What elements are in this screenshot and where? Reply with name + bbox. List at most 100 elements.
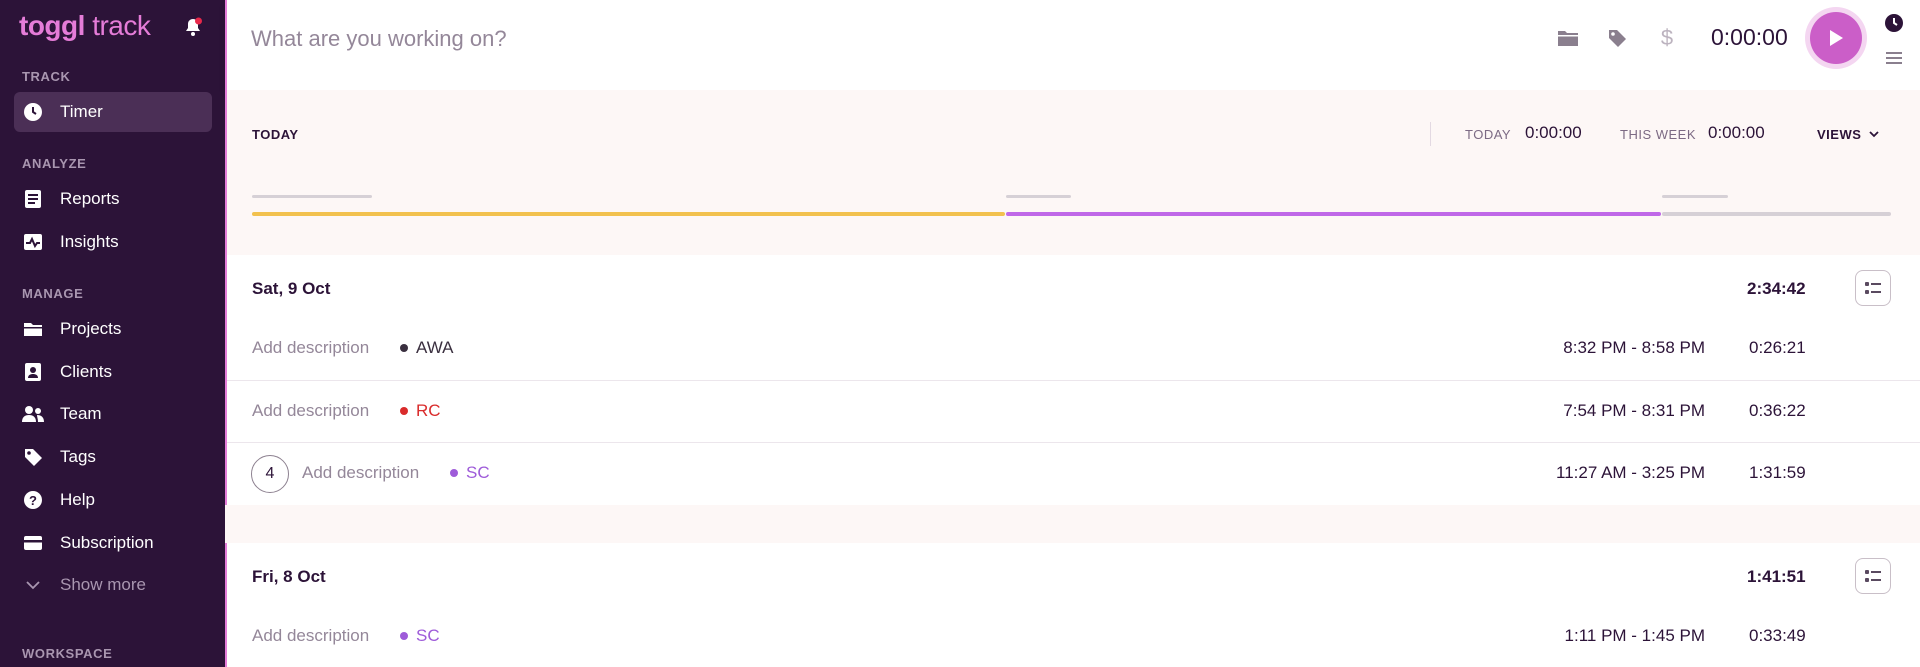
entry-description[interactable]: Add description — [302, 463, 419, 483]
entry-project[interactable]: RC — [400, 401, 441, 421]
toggl-logo[interactable]: toggl track — [19, 10, 151, 42]
timer-bar: $ 0:00:00 — [225, 0, 1920, 90]
sidebar-item-label: Insights — [60, 232, 119, 251]
time-entry[interactable]: Add description SC 1:11 PM - 1:45 PM 0:3… — [227, 606, 1920, 667]
entry-description[interactable]: Add description — [252, 338, 369, 358]
day-group: Fri, 8 Oct 1:41:51 Add description SC 1:… — [225, 543, 1920, 667]
entry-project[interactable]: SC — [450, 463, 490, 483]
bar-label-placeholder — [252, 195, 372, 198]
sidebar-item-label: Subscription — [60, 533, 154, 552]
sidebar-item-label: Clients — [60, 362, 112, 381]
today-label: TODAY — [1465, 127, 1512, 142]
today-total: 0:00:00 — [1525, 123, 1582, 142]
list-icon — [1865, 570, 1881, 582]
project-name: SC — [466, 463, 490, 482]
sidebar-item-help[interactable]: ? Help — [14, 480, 212, 520]
views-dropdown[interactable]: VIEWS — [1817, 127, 1880, 142]
entry-duration[interactable]: 0:26:21 — [1749, 338, 1806, 358]
entry-project[interactable]: SC — [400, 626, 440, 646]
summary-panel: TODAY TODAY 0:00:00 THIS WEEK 0:00:00 VI… — [225, 90, 1920, 255]
this-week-total: 0:00:00 — [1708, 123, 1765, 142]
time-entry[interactable]: Add description AWA 8:32 PM - 8:58 PM 0:… — [227, 318, 1920, 380]
entry-duration[interactable]: 0:33:49 — [1749, 626, 1806, 646]
folder-icon — [22, 318, 44, 340]
views-label: VIEWS — [1817, 127, 1862, 142]
sidebar-show-more[interactable]: Show more — [14, 565, 212, 605]
entry-time-range[interactable]: 11:27 AM - 3:25 PM — [1556, 463, 1705, 483]
reports-icon — [22, 188, 44, 210]
time-entry[interactable]: Add description RC 7:54 PM - 8:31 PM 0:3… — [227, 380, 1920, 442]
project-name: SC — [416, 626, 440, 645]
description-input[interactable] — [251, 22, 1151, 56]
sidebar-item-reports[interactable]: Reports — [14, 179, 212, 219]
group-count-badge[interactable]: 4 — [251, 455, 289, 493]
entry-duration[interactable]: 1:31:59 — [1749, 463, 1806, 483]
bulk-edit-button[interactable] — [1855, 558, 1891, 594]
day-group: Sat, 9 Oct 2:34:42 Add description AWA 8… — [225, 255, 1920, 505]
sidebar-item-tags[interactable]: Tags — [14, 437, 212, 477]
sidebar-item-projects[interactable]: Projects — [14, 309, 212, 349]
summary-title: TODAY — [252, 127, 299, 142]
time-entry-group[interactable]: 4 Add description SC 11:27 AM - 3:25 PM … — [227, 442, 1920, 504]
sidebar-item-label: Projects — [60, 319, 122, 338]
project-time-bar-purple[interactable] — [1006, 212, 1661, 216]
divider — [1430, 122, 1431, 146]
project-time-bar-yellow[interactable] — [252, 212, 1005, 216]
entry-description[interactable]: Add description — [252, 401, 369, 421]
bar-label-placeholder — [1662, 195, 1728, 198]
project-color-dot — [400, 407, 408, 415]
project-name: AWA — [416, 338, 454, 357]
main-content: $ 0:00:00 TODAY TODAY 0:00:00 THIS WEEK … — [225, 0, 1920, 667]
play-icon — [1830, 30, 1843, 46]
sidebar-item-clients[interactable]: Clients — [14, 352, 212, 392]
section-label-track: TRACK — [22, 69, 71, 84]
sidebar-item-team[interactable]: Team — [14, 394, 212, 434]
sidebar-item-insights[interactable]: Insights — [14, 222, 212, 262]
this-week-label: THIS WEEK — [1620, 127, 1697, 142]
manual-mode-list-icon[interactable] — [1883, 47, 1905, 69]
sidebar-item-label: Team — [60, 404, 102, 423]
day-total: 1:41:51 — [1747, 567, 1806, 586]
sidebar-item-label: Tags — [60, 447, 96, 466]
help-icon: ? — [22, 489, 44, 511]
project-color-dot — [400, 632, 408, 640]
chevron-down-icon — [22, 574, 44, 596]
entry-time-range[interactable]: 7:54 PM - 8:31 PM — [1563, 401, 1705, 421]
entry-time-range[interactable]: 1:11 PM - 1:45 PM — [1565, 626, 1705, 646]
section-label-analyze: ANALYZE — [22, 156, 87, 171]
entry-project[interactable]: AWA — [400, 338, 453, 358]
clients-icon — [22, 361, 44, 383]
billable-dollar-icon[interactable]: $ — [1655, 25, 1679, 50]
timer-mode-clock-icon[interactable] — [1883, 12, 1905, 34]
day-date: Sat, 9 Oct — [252, 279, 331, 298]
sidebar-item-timer[interactable]: Timer — [14, 92, 212, 132]
project-time-bar-gray[interactable] — [1662, 212, 1891, 216]
sidebar-item-label: Reports — [60, 189, 120, 208]
entry-duration[interactable]: 0:36:22 — [1749, 401, 1806, 421]
entry-time-range[interactable]: 8:32 PM - 8:58 PM — [1563, 338, 1705, 358]
svg-text:?: ? — [29, 493, 37, 508]
day-total: 2:34:42 — [1747, 279, 1806, 298]
clock-icon — [22, 101, 44, 123]
notification-bell-icon[interactable] — [182, 16, 204, 38]
project-name: RC — [416, 401, 441, 420]
day-date: Fri, 8 Oct — [252, 567, 326, 586]
timer-display: 0:00:00 — [1711, 24, 1788, 50]
folder-icon[interactable] — [1556, 26, 1580, 50]
sidebar-item-label: Help — [60, 490, 95, 509]
sidebar-item-subscription[interactable]: Subscription — [14, 523, 212, 563]
bar-label-placeholder — [1006, 195, 1071, 198]
bulk-edit-button[interactable] — [1855, 270, 1891, 306]
project-color-dot — [450, 469, 458, 477]
section-label-manage: MANAGE — [22, 286, 84, 301]
entry-description[interactable]: Add description — [252, 626, 369, 646]
tag-icon — [22, 446, 44, 468]
tag-icon[interactable] — [1605, 26, 1629, 50]
sidebar-item-label: Timer — [60, 102, 103, 121]
sidebar: toggl track TRACK Timer ANALYZE Reports … — [0, 0, 225, 667]
sidebar-item-label: Show more — [60, 575, 146, 594]
chevron-down-icon — [1869, 131, 1880, 138]
start-timer-button[interactable] — [1810, 12, 1862, 64]
project-color-dot — [400, 344, 408, 352]
section-label-workspace: WORKSPACE — [22, 646, 113, 661]
